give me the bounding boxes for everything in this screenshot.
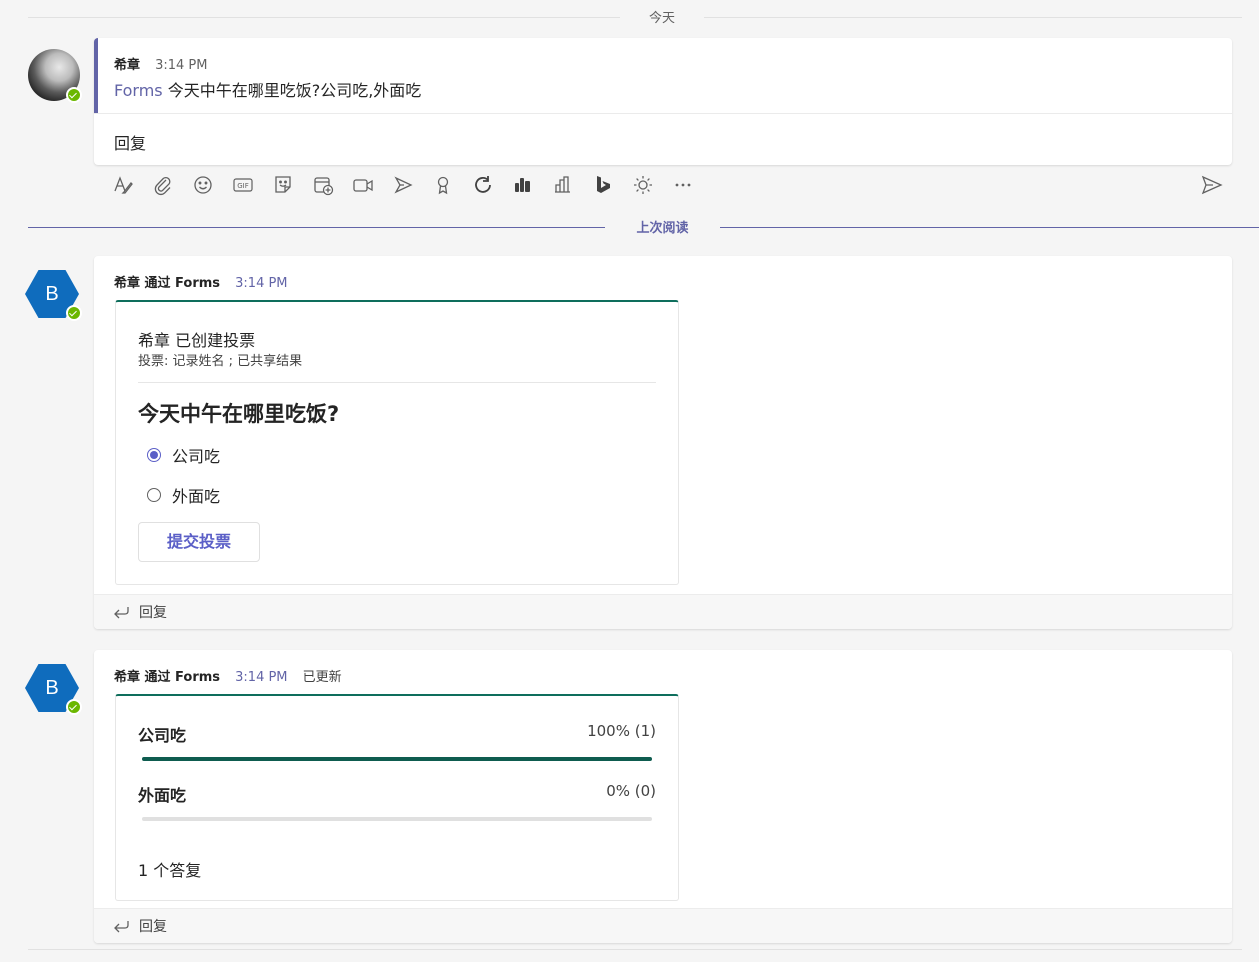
result-bar-1 [142, 757, 652, 761]
approvals-icon[interactable] [512, 174, 534, 196]
presence-available-icon [66, 699, 82, 715]
message-accent-bar [94, 38, 98, 113]
submit-vote-label: 提交投票 [166, 532, 231, 551]
sender-name[interactable]: 希章 [114, 58, 140, 73]
updated-label: 已更新 [302, 670, 342, 685]
poll-message-card: 希章 通过 Forms 3:14 PM 希章 已创建投票 投票: 记录姓名 ; … [94, 256, 1232, 629]
reply-label: 回复 [139, 605, 167, 621]
presence-available-icon [66, 87, 82, 103]
more-options-icon[interactable] [672, 174, 694, 196]
sender-name[interactable]: 希章 通过 Forms [114, 276, 220, 291]
format-icon[interactable] [112, 174, 134, 196]
poll-creator-line: 希章 已创建投票 [138, 331, 256, 350]
date-divider-line-left [28, 17, 620, 18]
svg-text:GIF: GIF [237, 182, 249, 190]
message-text: 今天中午在哪里吃饭?公司吃,外面吃 [162, 81, 422, 100]
reply-bar[interactable]: 回复 [94, 908, 1232, 943]
message-time: 3:14 PM [235, 670, 288, 685]
date-divider-line-right [704, 17, 1242, 18]
submit-vote-button[interactable]: 提交投票 [138, 522, 260, 562]
poll-card: 希章 已创建投票 投票: 记录姓名 ; 已共享结果 今天中午在哪里吃饭? 公司吃… [115, 300, 679, 585]
poll-option-label-1[interactable]: 公司吃 [172, 443, 220, 467]
loop-icon[interactable] [472, 174, 494, 196]
praise-icon[interactable] [432, 174, 454, 196]
presence-available-icon [66, 305, 82, 321]
result-bar-2 [142, 817, 652, 821]
message-time: 3:14 PM [235, 276, 288, 291]
attach-icon[interactable] [152, 174, 174, 196]
poll-subtitle: 投票: 记录姓名 ; 已共享结果 [138, 354, 303, 369]
gif-icon[interactable]: GIF [232, 174, 254, 196]
poll-separator [138, 382, 656, 383]
last-read-line-right [720, 227, 1259, 228]
forms-app-link[interactable]: Forms [114, 81, 163, 100]
user-avatar[interactable] [28, 49, 82, 103]
bing-icon[interactable] [592, 174, 614, 196]
results-message-card: 希章 通过 Forms 3:14 PM 已更新 公司吃 100% (1) 外面吃… [94, 650, 1232, 943]
sender-name[interactable]: 希章 通过 Forms [114, 670, 220, 685]
reply-arrow-icon [114, 607, 129, 619]
reply-label: 回复 [139, 919, 167, 935]
schedule-meeting-icon[interactable] [312, 174, 334, 196]
last-read-label: 上次阅读 [636, 221, 689, 236]
result-value-2: 0% (0) [606, 782, 656, 800]
reply-arrow-icon [114, 921, 129, 933]
poll-option-label-2[interactable]: 外面吃 [172, 483, 220, 507]
bottom-divider [28, 949, 1242, 950]
last-read-line-left [28, 227, 605, 228]
result-label-2: 外面吃 [138, 786, 187, 805]
response-count: 1 个答复 [138, 861, 202, 880]
poll-question: 今天中午在哪里吃饭? [138, 402, 340, 426]
insights-icon[interactable] [552, 174, 574, 196]
reply-divider [94, 113, 1232, 114]
reply-box[interactable]: 回复 [114, 130, 146, 154]
result-value-1: 100% (1) [587, 722, 656, 740]
result-label-1: 公司吃 [138, 726, 187, 745]
poll-option-radio-1[interactable] [147, 448, 161, 462]
message-card: 希章 3:14 PM Forms 今天中午在哪里吃饭?公司吃,外面吃 回复 [94, 38, 1232, 165]
reply-bar[interactable]: 回复 [94, 594, 1232, 629]
sticker-icon[interactable] [272, 174, 294, 196]
send-icon[interactable] [1201, 174, 1223, 196]
date-divider-label: 今天 [648, 11, 675, 26]
video-icon[interactable] [352, 174, 374, 196]
results-card: 公司吃 100% (1) 外面吃 0% (0) 1 个答复 [115, 694, 679, 901]
result-bar-fill-1 [142, 757, 652, 761]
weather-icon[interactable] [632, 174, 654, 196]
message-time: 3:14 PM [155, 58, 208, 73]
poll-option-radio-2[interactable] [147, 488, 161, 502]
emoji-icon[interactable] [192, 174, 214, 196]
message-body: Forms 今天中午在哪里吃饭?公司吃,外面吃 [114, 77, 421, 101]
stream-icon[interactable] [392, 174, 414, 196]
